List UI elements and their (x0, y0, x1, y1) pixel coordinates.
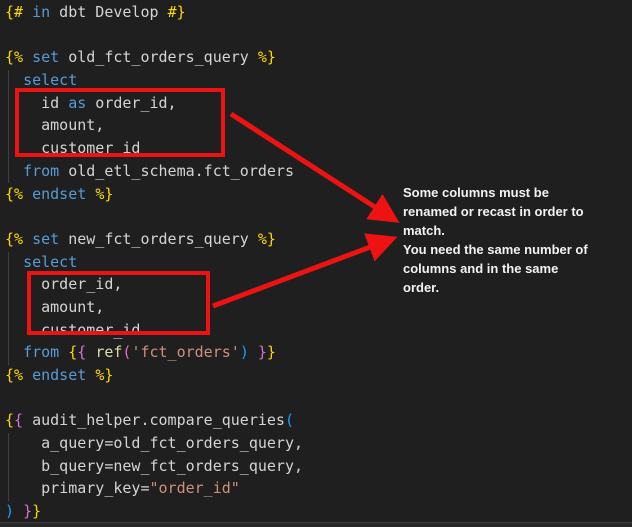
code-token: select (23, 71, 77, 89)
code-token: dbt Develop (50, 3, 167, 21)
code-token: { (5, 411, 14, 429)
code-token: %} (258, 230, 276, 248)
code-token (5, 343, 23, 361)
code-token: set (32, 48, 59, 66)
code-token (86, 366, 95, 384)
code-token: select (23, 253, 77, 271)
code-token: {% (5, 366, 32, 384)
code-token: ( (285, 411, 294, 429)
code-line[interactable]: {% set old_fct_orders_query %} (0, 46, 632, 69)
code-token: {# (5, 3, 32, 21)
code-token: "order_id" (150, 479, 240, 497)
code-line[interactable]: {# in dbt Develop #} (0, 1, 632, 24)
code-token: %} (95, 366, 113, 384)
bottom-panel-edge (0, 522, 632, 527)
code-line[interactable] (0, 387, 632, 410)
code-token: new_fct_orders_query (59, 230, 258, 248)
code-token (86, 185, 95, 203)
annotation-note: Some columns must be renamed or recast i… (403, 183, 589, 297)
code-token (5, 162, 23, 180)
code-token: 'fct_orders' (131, 343, 239, 361)
code-token: old_fct_orders_query (59, 48, 258, 66)
annotation-line-2: You need the same number of columns and … (403, 240, 589, 297)
code-token: from (23, 343, 59, 361)
code-token: %} (95, 185, 113, 203)
code-token: old_etl_schema.fct_orders (59, 162, 294, 180)
code-token: ) (240, 343, 249, 361)
code-line[interactable]: primary_key="order_id" (0, 477, 632, 500)
code-line[interactable]: {% endset %} (0, 364, 632, 387)
code-line[interactable]: {{ audit_helper.compare_queries( (0, 409, 632, 432)
callout-box-old-columns (15, 88, 225, 157)
code-token: } (258, 343, 267, 361)
code-token: in (32, 3, 50, 21)
code-token: {% (5, 185, 32, 203)
code-token: #} (168, 3, 186, 21)
code-token: { (68, 343, 77, 361)
code-token: primary_key= (5, 479, 150, 497)
code-token: {% (5, 230, 32, 248)
code-line[interactable]: ) }} (0, 500, 632, 523)
code-token (5, 71, 23, 89)
code-line[interactable]: from old_etl_schema.fct_orders (0, 160, 632, 183)
code-token: audit_helper.compare_queries (23, 411, 285, 429)
editor-viewport: {# in dbt Develop #} {% set old_fct_order… (0, 0, 632, 527)
code-token: ) (5, 502, 14, 520)
code-token: b_query=new_fct_orders_query, (5, 457, 303, 475)
code-token: { (14, 411, 23, 429)
code-token: set (32, 230, 59, 248)
code-token: {% (5, 48, 32, 66)
code-line[interactable]: from {{ ref('fct_orders') }} (0, 341, 632, 364)
code-token (59, 343, 68, 361)
code-token: a_query=old_fct_orders_query, (5, 434, 303, 452)
code-token: endset (32, 366, 86, 384)
annotation-line-1: Some columns must be renamed or recast i… (403, 183, 589, 240)
code-line[interactable] (0, 24, 632, 47)
code-token (249, 343, 258, 361)
code-line[interactable]: a_query=old_fct_orders_query, (0, 432, 632, 455)
code-line[interactable]: b_query=new_fct_orders_query, (0, 455, 632, 478)
code-token: { (77, 343, 86, 361)
callout-box-new-columns (27, 271, 210, 335)
code-token: ref (95, 343, 122, 361)
code-token: } (23, 502, 32, 520)
code-token: %} (258, 48, 276, 66)
code-token: } (32, 502, 41, 520)
code-token (14, 502, 23, 520)
code-token (86, 343, 95, 361)
code-token: endset (32, 185, 86, 203)
code-token: from (23, 162, 59, 180)
code-token: } (267, 343, 276, 361)
code-token (5, 253, 23, 271)
